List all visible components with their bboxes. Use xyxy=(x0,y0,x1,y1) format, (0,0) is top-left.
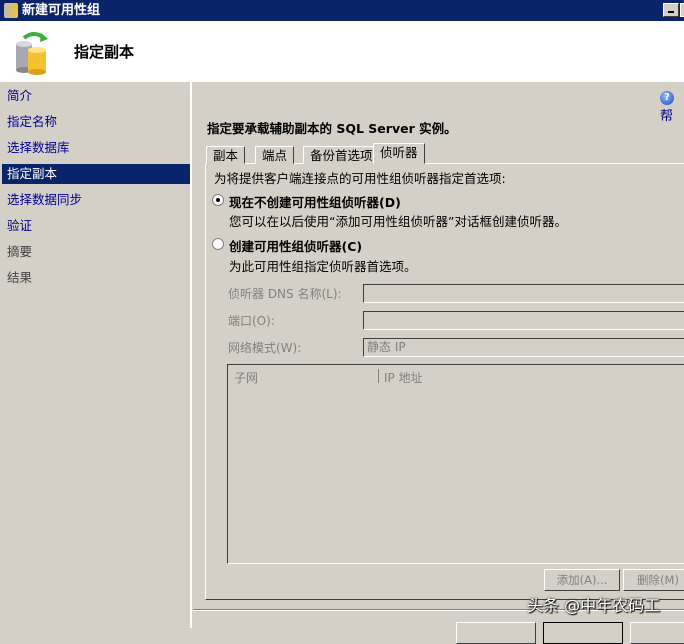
radio-create-listener-desc: 为此可用性组指定侦听器首选项。 xyxy=(229,259,417,274)
radio-no-listener-label[interactable]: 现在不创建可用性组侦听器(D) xyxy=(229,192,401,211)
port-label: 端口(O): xyxy=(228,314,275,328)
network-mode-label: 网络模式(W): xyxy=(228,341,302,355)
nav-item-validation[interactable]: 验证 xyxy=(2,216,190,236)
tab-endpoints[interactable]: 端点 xyxy=(255,146,295,164)
minimize-button[interactable] xyxy=(663,3,679,17)
radio-create-listener[interactable] xyxy=(212,238,224,250)
nav-item-select-databases[interactable]: 选择数据库 xyxy=(2,138,190,158)
database-sync-icon xyxy=(16,32,48,75)
subnet-ip-table[interactable]: 子网 IP 地址 xyxy=(227,364,684,564)
dns-name-label: 侦听器 DNS 名称(L): xyxy=(228,287,342,301)
listener-intro: 为将提供客户端连接点的可用性组侦听器指定首选项: xyxy=(214,171,506,186)
column-header-subnet[interactable]: 子网 xyxy=(234,369,258,386)
nav-item-summary: 摘要 xyxy=(7,244,33,259)
tab-listener[interactable]: 侦听器 xyxy=(373,143,425,164)
help-link[interactable]: ? 帮 xyxy=(660,90,684,124)
radio-create-listener-label[interactable]: 创建可用性组侦听器(C) xyxy=(229,236,362,255)
nav-item-data-sync[interactable]: 选择数据同步 xyxy=(2,190,190,210)
help-icon: ? xyxy=(660,90,674,105)
radio-no-listener-desc: 您可以在以后使用“添加可用性组侦听器”对话框创建侦听器。 xyxy=(229,214,567,229)
previous-button[interactable] xyxy=(456,622,536,644)
maximize-button[interactable] xyxy=(680,3,684,17)
nav-item-specify-replicas[interactable]: 指定副本 xyxy=(2,164,190,184)
app-icon xyxy=(4,3,18,18)
port-input[interactable] xyxy=(363,311,684,330)
cancel-button[interactable] xyxy=(630,622,684,644)
nav-item-intro[interactable]: 简介 xyxy=(2,86,190,106)
tab-backup-preferences[interactable]: 备份首选项 xyxy=(303,146,380,164)
section-heading: 指定要承载辅助副本的 SQL Server 实例。 xyxy=(207,121,457,136)
nav-item-results: 结果 xyxy=(7,270,33,285)
watermark: 头条 @中年农码工 xyxy=(527,596,661,615)
dns-name-input[interactable] xyxy=(363,284,684,303)
add-button[interactable]: 添加(A)... xyxy=(544,569,620,591)
window-title: 新建可用性组 xyxy=(22,3,101,18)
network-mode-select[interactable]: 静态 IP xyxy=(363,338,684,357)
title-bar: 新建可用性组 xyxy=(0,0,684,21)
help-label: 帮 xyxy=(660,109,674,124)
next-button[interactable] xyxy=(543,622,623,644)
radio-no-listener[interactable] xyxy=(212,194,224,206)
wizard-nav: 简介 指定名称 选择数据库 指定副本 选择数据同步 验证 摘要 结果 xyxy=(0,82,192,628)
remove-button[interactable]: 删除(M) xyxy=(623,569,684,591)
column-header-ip[interactable]: IP 地址 xyxy=(384,369,423,386)
tab-replicas[interactable]: 副本 xyxy=(206,146,246,164)
nav-item-specify-name[interactable]: 指定名称 xyxy=(2,112,190,132)
column-divider[interactable] xyxy=(378,369,379,383)
page-title: 指定副本 xyxy=(74,43,135,61)
